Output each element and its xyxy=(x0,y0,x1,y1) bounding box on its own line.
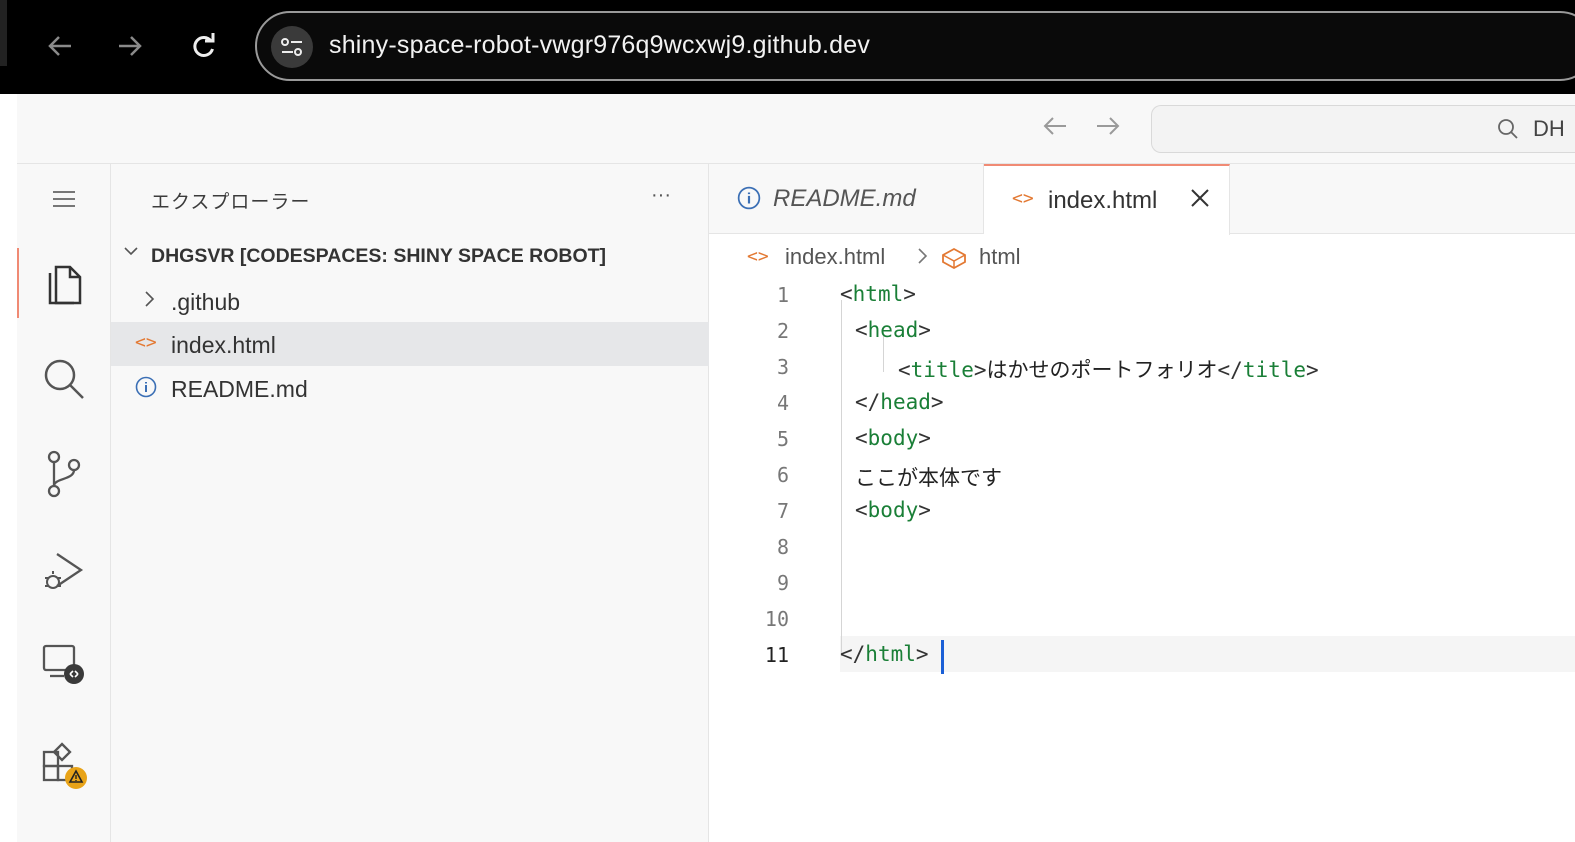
arrow-right-icon xyxy=(1097,117,1120,135)
html-file-icon: <> xyxy=(747,246,769,267)
html-file-icon: <> xyxy=(135,332,157,353)
tree-item-github[interactable]: .github xyxy=(111,279,709,323)
chevron-right-icon xyxy=(917,246,929,272)
source-control-button[interactable] xyxy=(17,439,111,509)
site-settings-icon[interactable] xyxy=(271,26,313,68)
editor-tabs: README.md <> index.html xyxy=(709,164,1575,235)
browser-toolbar: shiny-space-robot-vwgr976q9wcxwj9.github… xyxy=(0,0,1575,94)
line-number: 5 xyxy=(776,427,789,451)
remote-explorer-icon xyxy=(42,644,84,684)
title-bar: DH xyxy=(17,94,1575,164)
run-debug-button[interactable] xyxy=(17,536,111,606)
text-cursor xyxy=(941,640,944,674)
code-text: </html> xyxy=(840,642,929,666)
line-number: 8 xyxy=(776,535,789,559)
sidebar-title: エクスプローラー xyxy=(151,192,311,213)
html-file-icon: <> xyxy=(1012,188,1034,209)
code-line[interactable]: 1 <html> xyxy=(709,278,1575,314)
browser-forward-button[interactable] xyxy=(108,24,152,68)
line-number: 6 xyxy=(776,463,789,487)
search-icon xyxy=(44,359,84,399)
explorer-sidebar: エクスプローラー ··· DHGSVR [CODESPACES: SHINY S… xyxy=(111,164,709,842)
line-number: 7 xyxy=(776,499,789,523)
run-debug-icon xyxy=(45,553,84,589)
code-text: </head> xyxy=(855,390,944,414)
extensions-icon xyxy=(42,742,87,789)
window-margin xyxy=(0,94,17,842)
editor-area: README.md <> index.html <> index.html ht… xyxy=(709,164,1575,842)
info-icon xyxy=(135,376,157,404)
line-number: 1 xyxy=(776,283,789,307)
browser-reload-button[interactable] xyxy=(182,24,226,68)
line-number: 4 xyxy=(776,391,789,415)
breadcrumb-symbol[interactable]: html xyxy=(979,244,1021,270)
tree-item-label: .github xyxy=(171,289,241,315)
code-line[interactable]: 6 ここが本体です xyxy=(709,458,1575,494)
source-control-icon xyxy=(47,450,81,498)
code-text: ここが本体です xyxy=(855,466,1002,490)
url-text[interactable]: shiny-space-robot-vwgr976q9wcxwj9.github… xyxy=(329,31,870,60)
menu-button[interactable] xyxy=(17,164,111,234)
close-tab-button[interactable] xyxy=(1189,184,1211,216)
code-text: <title>はかせのポートフォリオ</title> xyxy=(898,358,1319,382)
code-text: <html> xyxy=(840,282,916,306)
tree-item-readme[interactable]: README.md xyxy=(111,366,709,410)
line-number: 9 xyxy=(776,571,789,595)
tab-label: index.html xyxy=(1048,187,1158,214)
code-line[interactable]: 10 xyxy=(709,602,1575,638)
arrow-left-icon xyxy=(1043,117,1066,135)
code-line[interactable]: 8 xyxy=(709,530,1575,566)
sidebar-more-button[interactable]: ··· xyxy=(651,184,671,207)
command-center-text: DH xyxy=(1533,116,1565,141)
window-edge xyxy=(0,0,7,66)
tab-readme[interactable]: README.md xyxy=(709,164,984,234)
workspace-root[interactable]: DHGSVR [CODESPACES: SHINY SPACE ROBOT] xyxy=(111,237,709,277)
reload-icon xyxy=(193,33,215,57)
line-number: 2 xyxy=(776,319,789,343)
workspace-root-label: DHGSVR [CODESPACES: SHINY SPACE ROBOT] xyxy=(151,245,607,267)
code-line[interactable]: 7 <body> xyxy=(709,494,1575,530)
code-text: <body> xyxy=(855,426,931,450)
arrow-right-icon xyxy=(119,36,142,56)
hamburger-icon xyxy=(53,191,75,207)
line-number: 10 xyxy=(764,607,789,631)
browser-back-button[interactable] xyxy=(38,24,82,68)
code-line[interactable]: 4 </head> xyxy=(709,386,1575,422)
remote-explorer-button[interactable] xyxy=(17,630,111,700)
symbol-element-icon xyxy=(941,247,967,275)
editor-forward-button[interactable] xyxy=(1095,112,1121,144)
tree-item-label: README.md xyxy=(171,376,308,402)
info-icon xyxy=(737,186,761,216)
editor-back-button[interactable] xyxy=(1042,112,1068,144)
activity-bar xyxy=(17,164,111,842)
code-line[interactable]: 5 <body> xyxy=(709,422,1575,458)
line-number: 11 xyxy=(764,643,789,667)
code-line[interactable]: 11 </html> xyxy=(709,638,1575,674)
command-center[interactable]: DH xyxy=(1151,105,1575,153)
code-text: <head> xyxy=(855,318,931,342)
files-icon xyxy=(48,265,82,305)
search-button[interactable] xyxy=(17,344,111,414)
arrow-left-icon xyxy=(48,36,71,56)
tree-item-label: index.html xyxy=(171,332,276,358)
chevron-right-icon xyxy=(143,289,157,315)
code-line[interactable]: 9 xyxy=(709,566,1575,602)
address-bar[interactable]: shiny-space-robot-vwgr976q9wcxwj9.github… xyxy=(255,11,1575,81)
tab-label: README.md xyxy=(773,185,916,212)
breadcrumb-file[interactable]: index.html xyxy=(785,244,885,270)
close-icon xyxy=(1191,189,1209,207)
extensions-button[interactable] xyxy=(17,729,111,799)
tab-index-html[interactable]: <> index.html xyxy=(984,164,1230,235)
code-text: <body> xyxy=(855,498,931,522)
code-line[interactable]: 2 <head> xyxy=(709,314,1575,350)
search-icon xyxy=(1498,119,1518,139)
code-line[interactable]: 3 <title>はかせのポートフォリオ</title> xyxy=(709,350,1575,386)
explorer-button[interactable] xyxy=(17,248,111,318)
line-number: 3 xyxy=(776,355,789,379)
chevron-down-icon xyxy=(123,243,139,263)
tree-item-index-html[interactable]: <> index.html xyxy=(111,322,709,366)
